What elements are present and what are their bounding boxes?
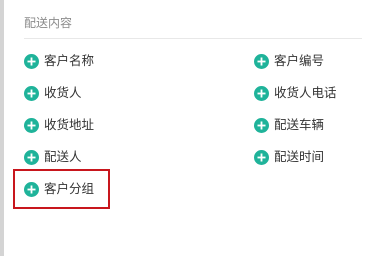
plus-circle-icon	[24, 85, 39, 101]
field-receiver[interactable]: 收货人	[24, 83, 82, 103]
field-receiver-phone[interactable]: 收货人电话	[254, 83, 337, 103]
section-title: 配送内容	[24, 16, 73, 30]
plus-circle-icon	[254, 117, 269, 133]
field-label: 客户名称	[44, 53, 95, 68]
delivery-content-panel: 配送内容 客户名称 客户编号 收货人 收货人电话 收货地址 配送车辆 配送人 配…	[0, 0, 376, 256]
field-label: 配送时间	[274, 149, 325, 164]
field-label: 收货人	[44, 85, 82, 100]
plus-circle-icon	[24, 181, 39, 197]
plus-circle-icon	[24, 149, 39, 165]
section-divider	[24, 38, 362, 39]
field-label: 客户分组	[44, 181, 95, 196]
field-label: 客户编号	[274, 53, 325, 68]
field-label: 收货人电话	[274, 85, 337, 100]
field-customer-name[interactable]: 客户名称	[24, 51, 94, 71]
plus-circle-icon	[254, 53, 269, 69]
field-label: 配送车辆	[274, 117, 325, 132]
field-delivery-address[interactable]: 收货地址	[24, 115, 94, 135]
plus-circle-icon	[254, 149, 269, 165]
field-delivery-person[interactable]: 配送人	[24, 147, 82, 167]
panel-left-border	[0, 0, 4, 256]
field-customer-group[interactable]: 客户分组	[24, 179, 94, 199]
field-delivery-vehicle[interactable]: 配送车辆	[254, 115, 324, 135]
field-label: 配送人	[44, 149, 82, 164]
plus-circle-icon	[24, 117, 39, 133]
field-delivery-time[interactable]: 配送时间	[254, 147, 324, 167]
plus-circle-icon	[24, 53, 39, 69]
plus-circle-icon	[254, 85, 269, 101]
field-customer-code[interactable]: 客户编号	[254, 51, 324, 71]
field-label: 收货地址	[44, 117, 95, 132]
